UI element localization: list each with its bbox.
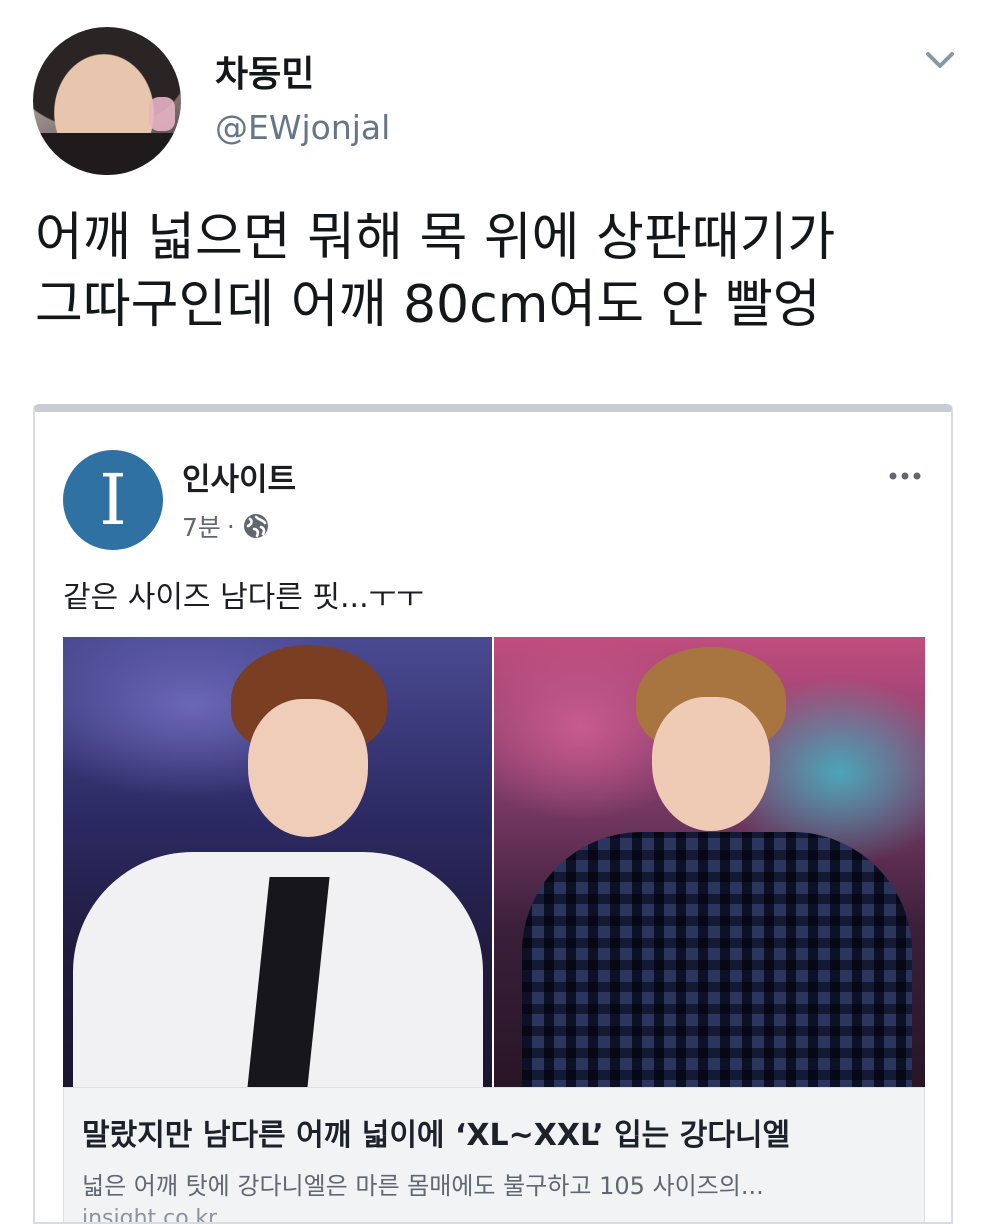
avatar-background-detail — [149, 97, 175, 131]
more-options-icon[interactable] — [887, 468, 923, 484]
page-logo[interactable]: I — [63, 450, 163, 550]
post-meta: 7분 · — [182, 508, 271, 544]
post-text: 같은 사이즈 남다른 핏...ㅜㅜ — [63, 580, 424, 615]
tweet-text: 어깨 넓으면 뭐해 목 위에 상판때기가 그따구인데 어깨 80cm여도 안 빨… — [35, 208, 836, 335]
photo-right-panel — [492, 637, 925, 1087]
meta-separator: · — [226, 511, 235, 541]
display-name[interactable]: 차동민 — [215, 45, 314, 97]
globe-icon — [243, 514, 268, 538]
face — [652, 697, 770, 831]
chevron-down-icon[interactable] — [920, 45, 960, 75]
embedded-facebook-post[interactable]: I 인사이트 7분 · 같은 사이즈 남다른 핏...ㅜㅜ 말랐지만 남다른 어… — [33, 404, 953, 1224]
plaid-shirt — [522, 832, 912, 1087]
link-description: 넓은 어깨 탓에 강다니엘은 마른 몸매에도 불구하고 105 사이즈의... — [82, 1172, 764, 1200]
post-photo[interactable] — [63, 637, 925, 1087]
link-title[interactable]: 말랐지만 남다른 어깨 넓이에 ‘XL~XXL’ 입는 강다니엘 — [82, 1110, 790, 1154]
link-preview[interactable]: 말랐지만 남다른 어깨 넓이에 ‘XL~XXL’ 입는 강다니엘 넓은 어깨 탓… — [63, 1087, 925, 1224]
user-handle[interactable]: @EWjonjal — [215, 108, 390, 147]
logo-letter: I — [99, 459, 127, 541]
avatar-jacket — [33, 133, 181, 175]
face — [248, 699, 368, 837]
page-name[interactable]: 인사이트 — [182, 454, 296, 499]
photo-left-panel — [63, 637, 492, 1087]
profile-avatar[interactable] — [33, 27, 181, 175]
link-domain: insight.co.kr — [82, 1206, 218, 1224]
post-time[interactable]: 7분 — [182, 508, 221, 544]
